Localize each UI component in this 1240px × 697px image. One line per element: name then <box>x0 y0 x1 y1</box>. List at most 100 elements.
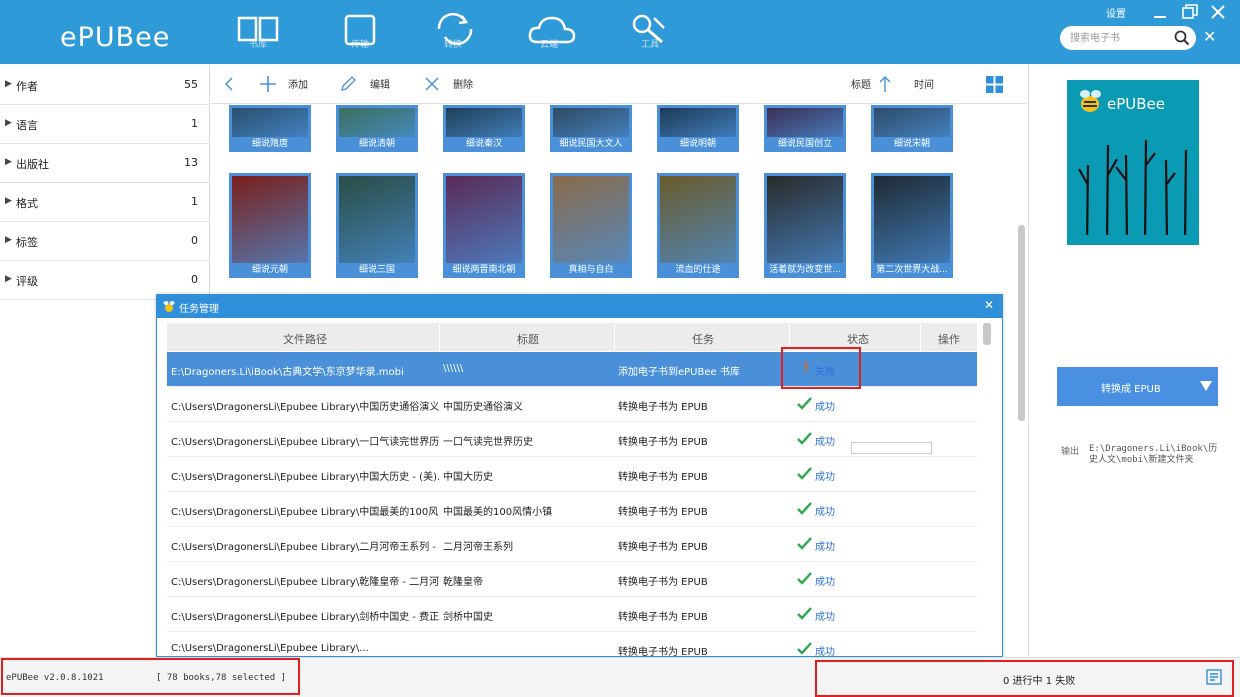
expand-arrow-icon: ▶ <box>5 274 12 284</box>
table-row[interactable]: C:\Users\DragonersLi\Epubee Library\二月河帝… <box>167 527 977 562</box>
status-success: 成功 <box>815 577 835 588</box>
search-clear-icon[interactable]: ✕ <box>1203 27 1216 46</box>
sort-by-time[interactable]: 时间 <box>914 76 934 91</box>
checkmark-icon <box>797 467 812 480</box>
delete-button[interactable]: 删除 <box>453 76 473 91</box>
dialog-close-icon[interactable]: ✕ <box>984 298 994 312</box>
table-row[interactable]: C:\Users\DragonersLi\Epubee Library\中国历史… <box>167 387 977 422</box>
sidebar-item-format[interactable]: ▶ 格式 1 <box>0 183 209 222</box>
status-success: 成功 <box>815 542 835 553</box>
checkmark-icon <box>797 397 812 410</box>
convert-to-epub-button[interactable]: 转换成 EPUB <box>1057 367 1218 406</box>
status-success: 成功 <box>815 472 835 483</box>
output-label: 输出 <box>1061 447 1080 457</box>
search-input[interactable] <box>1070 30 1170 46</box>
sort-ascending-icon[interactable] <box>878 75 892 93</box>
book-cover <box>443 173 525 263</box>
checkmark-icon <box>797 537 812 550</box>
convert-button-top[interactable]: 转换 <box>425 8 481 56</box>
table-row[interactable]: C:\Users\DragonersLi\Epubee Library\剑桥中国… <box>167 597 977 632</box>
status-success: 成功 <box>815 402 835 413</box>
restore-icon[interactable] <box>1180 2 1200 22</box>
sidebar-item-tags[interactable]: ▶ 标签 0 <box>0 222 209 261</box>
checkmark-icon <box>797 572 812 585</box>
top-bar: ePUBee 书库 传输 转换 云端 工具 设置 搜索电子书 ✕ <box>0 0 1240 64</box>
checkmark-icon <box>797 502 812 515</box>
book-cover <box>336 173 418 263</box>
dialog-title-bar[interactable]: 任务管理 ✕ <box>157 295 1002 318</box>
highlight-box-status <box>781 347 861 389</box>
add-button[interactable]: 添加 <box>288 76 308 91</box>
book-cover <box>764 173 846 263</box>
grid-view-icon[interactable] <box>986 76 1003 93</box>
book-cover <box>764 105 846 137</box>
checkmark-icon <box>797 607 812 620</box>
add-icon[interactable] <box>259 75 277 93</box>
search-box <box>1060 26 1196 50</box>
output-path-link[interactable]: E:\Dragoners.Li\iBook\历史人文\mobi\新建文件夹 <box>1089 444 1217 466</box>
book-cover <box>871 105 953 137</box>
book-cover <box>443 105 525 137</box>
column-actions[interactable]: 操作 <box>938 331 960 347</box>
highlight-box-version <box>1 658 300 695</box>
task-log-icon[interactable] <box>1206 669 1222 685</box>
expand-arrow-icon: ▶ <box>5 79 12 89</box>
highlight-box-progress <box>815 660 1234 697</box>
sidebar-item-publisher[interactable]: ▶ 出版社 13 <box>0 144 209 183</box>
cloud-button[interactable]: 云端 <box>521 8 577 56</box>
book-cover <box>871 173 953 263</box>
book-cover <box>336 105 418 137</box>
sidebar-item-author[interactable]: ▶ 作者 55 <box>0 66 209 105</box>
table-row[interactable]: C:\Users\DragonersLi\Epubee Library\... … <box>167 632 977 657</box>
task-manager-dialog: 任务管理 ✕ 文件路径 标题 任务 状态 操作 E:\Dragoners.Li\… <box>156 294 1003 657</box>
transfer-button[interactable]: 传输 <box>332 8 388 56</box>
book-cover <box>657 173 739 263</box>
checkmark-icon <box>797 432 812 445</box>
expand-arrow-icon: ▶ <box>5 196 12 206</box>
status-success: 成功 <box>815 507 835 518</box>
convert-format-dropdown[interactable] <box>1193 367 1218 406</box>
book-cover <box>229 173 311 263</box>
status-bar: ePUBee v2.0.8.1021 [ 78 books,78 selecte… <box>0 657 1240 697</box>
delete-icon[interactable] <box>424 76 440 92</box>
column-status[interactable]: 状态 <box>847 331 869 347</box>
column-title[interactable]: 标题 <box>517 331 539 347</box>
tooltip <box>851 442 932 454</box>
selected-book-cover: ePUBee <box>1067 80 1199 245</box>
status-success: 成功 <box>815 437 835 448</box>
settings-menu[interactable]: 设置 <box>1106 5 1126 20</box>
cover-tree-art <box>1067 139 1199 245</box>
table-row[interactable]: C:\Users\DragonersLi\Epubee Library\中国最美… <box>167 492 977 527</box>
table-row[interactable]: C:\Users\DragonersLi\Epubee Library\中国大历… <box>167 457 977 492</box>
sidebar-item-language[interactable]: ▶ 语言 1 <box>0 105 209 144</box>
book-cover <box>657 105 739 137</box>
column-file-path[interactable]: 文件路径 <box>283 331 327 347</box>
bee-logo-icon <box>1080 90 1101 112</box>
table-row[interactable]: C:\Users\DragonersLi\Epubee Library\乾隆皇帝… <box>167 562 977 597</box>
expand-arrow-icon: ▶ <box>5 235 12 245</box>
edit-icon[interactable] <box>340 76 356 92</box>
dropdown-arrow-icon <box>1200 381 1212 391</box>
sort-by-title[interactable]: 标题 <box>851 76 871 91</box>
book-cover <box>229 105 311 137</box>
bee-icon <box>163 301 175 312</box>
status-success: 成功 <box>815 612 835 623</box>
back-icon[interactable] <box>223 76 235 92</box>
book-grid: 细说隋唐 细说清朝 细说秦汉 细说民国大文人 细说明朝 细说民国创立 细说宋朝 … <box>211 105 1016 295</box>
edit-button[interactable]: 编辑 <box>370 76 390 91</box>
book-toolbar: 添加 编辑 删除 标题 时间 <box>211 64 1027 104</box>
dialog-title: 任务管理 <box>179 304 219 315</box>
minimize-icon[interactable] <box>1150 2 1170 22</box>
search-icon[interactable] <box>1174 30 1190 46</box>
tools-button[interactable]: 工具 <box>622 8 678 56</box>
close-icon[interactable] <box>1208 2 1228 22</box>
dialog-scrollbar[interactable] <box>983 323 991 345</box>
task-table-body: E:\Dragoners.Li\iBook\古典文学\东京梦华录.mobi \\… <box>167 352 977 657</box>
app-logo: ePUBee <box>60 22 171 53</box>
library-button[interactable]: 书库 <box>230 8 286 56</box>
column-task[interactable]: 任务 <box>692 331 714 347</box>
grid-scrollbar[interactable] <box>1018 225 1025 421</box>
book-cover <box>550 105 632 137</box>
expand-arrow-icon: ▶ <box>5 157 12 167</box>
status-success: 成功 <box>815 647 835 657</box>
